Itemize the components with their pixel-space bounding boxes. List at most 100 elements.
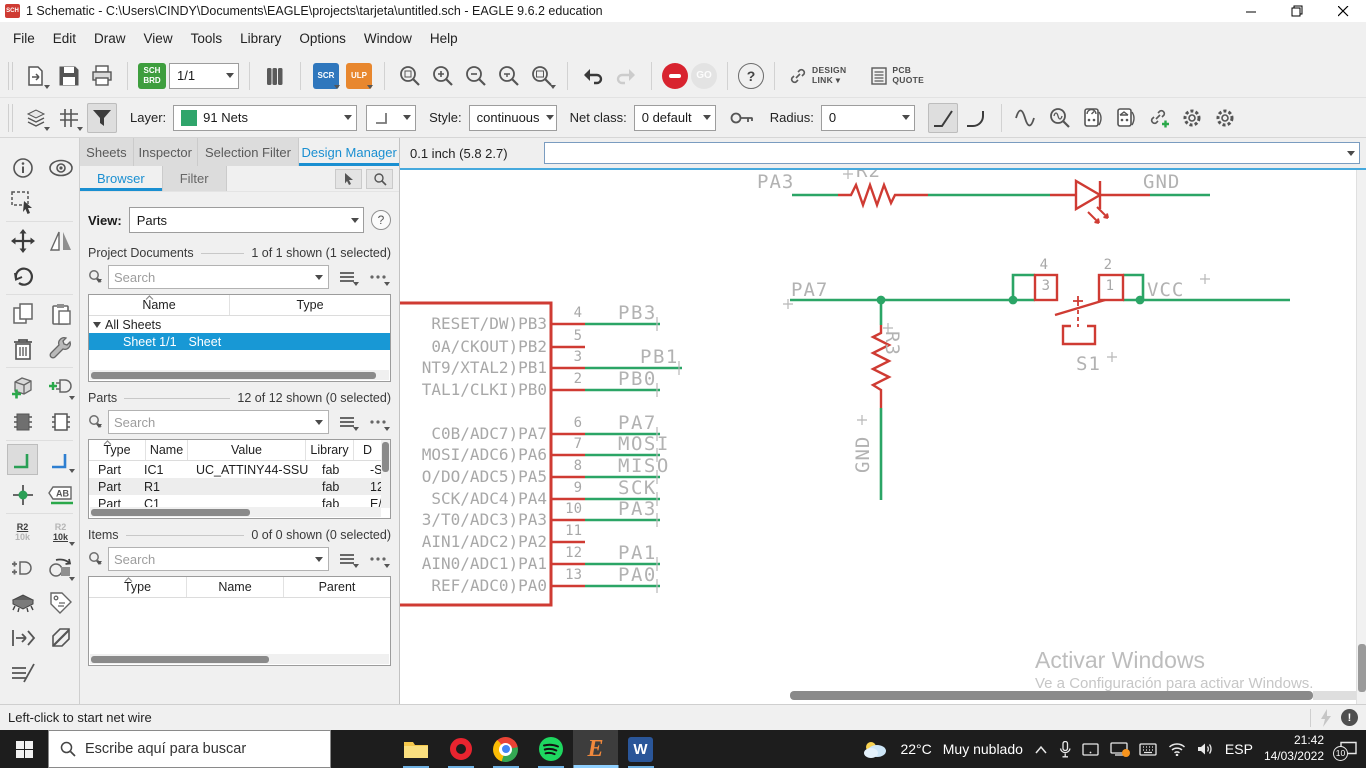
taskbar-search[interactable]: Escribe aquí para buscar (48, 730, 331, 768)
stop-button[interactable] (662, 62, 688, 89)
style-select[interactable]: continuous (468, 104, 557, 131)
app-eagle[interactable]: E (573, 730, 618, 768)
add-link-icon[interactable] (1144, 103, 1174, 133)
documents-hscrollbar[interactable] (90, 370, 389, 380)
more-options-icon[interactable] (365, 548, 391, 570)
rotate-icon[interactable] (7, 260, 38, 291)
toolbar-grip[interactable] (8, 61, 13, 90)
wire-bend-select[interactable] (366, 104, 417, 131)
canvas-hscrollbar-thumb[interactable] (790, 691, 1313, 700)
column-header[interactable]: Type (89, 440, 145, 460)
close-button[interactable] (1320, 0, 1366, 22)
search-filter-icon[interactable] (88, 414, 103, 430)
ic-pin-name[interactable]: AIN1/ADC2)PA2 (400, 532, 547, 551)
language-indicator[interactable]: ESP (1225, 741, 1253, 757)
weather-temp[interactable]: 22°C (900, 741, 931, 757)
list-view-icon[interactable] (334, 548, 360, 570)
schematic-canvas[interactable]: PA3 R2 GND PA7 VCC S1 R3 GND 4 3 2 1 Act… (400, 168, 1366, 704)
scr-button[interactable]: SCR (311, 61, 341, 91)
info-icon[interactable] (7, 152, 38, 183)
documents-search-input[interactable] (114, 269, 311, 285)
gear-icon[interactable] (1177, 103, 1207, 133)
list-view-icon[interactable] (334, 266, 360, 288)
polygon-icon[interactable] (45, 622, 76, 653)
layer-select[interactable]: 91 Nets (173, 104, 358, 131)
net-label[interactable]: VCC (1147, 279, 1184, 301)
ic-pin-number[interactable]: 2 (560, 371, 582, 387)
ic-pin-name[interactable]: NT9/XTAL2)PB1 (400, 358, 547, 377)
cast-icon[interactable] (1110, 742, 1130, 757)
net-label[interactable]: PB3 (618, 302, 657, 324)
attribute-icon[interactable] (45, 587, 76, 618)
menu-tools[interactable]: Tools (182, 26, 232, 51)
toolbar-grip[interactable] (8, 103, 13, 132)
subtab-filter[interactable]: Filter (162, 166, 227, 191)
help-button[interactable]: ? (738, 62, 764, 89)
miter-round-icon[interactable] (961, 103, 991, 133)
pick-select-icon[interactable] (335, 168, 362, 189)
clock[interactable]: 21:42 14/03/2022 (1264, 733, 1324, 764)
view-select[interactable]: Parts (128, 207, 364, 233)
multimeter-icon[interactable] (1078, 103, 1108, 133)
menu-window[interactable]: Window (355, 26, 421, 51)
items-search-input[interactable] (114, 551, 311, 567)
ic-pin-name[interactable]: 3/T0/ADC3)PA3 (400, 510, 547, 529)
ic-pin-name[interactable]: REF/ADC0)PA0 (400, 576, 547, 595)
ic-pin-name[interactable]: C0B/ADC7)PA7 (400, 424, 547, 443)
tab-selection-filter[interactable]: Selection Filter (197, 138, 300, 166)
column-header[interactable]: Library (305, 440, 353, 460)
canvas-vscrollbar-thumb[interactable] (1358, 644, 1366, 692)
menu-file[interactable]: File (4, 26, 44, 51)
net-label[interactable]: PA3 (618, 498, 657, 520)
alert-icon[interactable]: ! (1341, 709, 1358, 726)
open-document-button[interactable] (21, 61, 51, 91)
command-input[interactable] (549, 145, 1347, 161)
start-button[interactable] (0, 730, 48, 768)
zoom-selection-icon[interactable] (366, 168, 393, 189)
net-label[interactable]: PA1 (618, 542, 657, 564)
schematic-board-toggle[interactable]: SCH BRD (138, 62, 166, 89)
restore-button[interactable] (1274, 0, 1320, 22)
column-header[interactable]: Type (89, 577, 186, 597)
app-spotify[interactable] (528, 730, 573, 768)
parts-search-input[interactable] (114, 414, 311, 430)
documents-search[interactable] (108, 265, 329, 289)
wifi-icon[interactable] (1168, 742, 1186, 756)
ic-pin-number[interactable]: 9 (560, 480, 582, 496)
save-button[interactable] (54, 61, 84, 91)
zoom-fit-icon[interactable] (395, 61, 425, 91)
weather-desc[interactable]: Muy nublado (943, 741, 1023, 757)
undo-button[interactable] (578, 61, 608, 91)
net-label[interactable]: GND (1143, 171, 1180, 193)
app-file-explorer[interactable] (393, 730, 438, 768)
column-header[interactable]: Name (89, 295, 229, 315)
subtab-browser[interactable]: Browser (80, 166, 163, 191)
net-label[interactable]: GND (852, 436, 874, 473)
notification-center-icon[interactable]: 10 (1333, 741, 1358, 761)
key-icon[interactable] (727, 103, 757, 133)
gateswap-icon[interactable] (7, 552, 38, 583)
show-hidden-icons-chevron[interactable] (1034, 745, 1048, 754)
add-part-icon[interactable] (7, 371, 38, 402)
menu-draw[interactable]: Draw (85, 26, 135, 51)
pinswap-icon[interactable] (7, 406, 38, 437)
miter-straight-icon[interactable] (927, 102, 958, 133)
ic-pin-name[interactable]: 0A/CKOUT)PB2 (400, 337, 547, 356)
radius-select[interactable]: 0 (820, 104, 915, 131)
menu-library[interactable]: Library (231, 26, 290, 51)
layer-settings-icon[interactable] (21, 103, 51, 133)
menu-options[interactable]: Options (290, 26, 355, 51)
column-header[interactable]: Type (229, 295, 390, 315)
ic-pin-number[interactable]: 7 (560, 436, 582, 452)
ic-pin-number[interactable]: 10 (560, 501, 582, 517)
multimeter-alt-icon[interactable] (1111, 103, 1141, 133)
group-icon[interactable] (45, 552, 76, 583)
bus-tool-icon[interactable] (45, 444, 76, 475)
app-chrome[interactable] (483, 730, 528, 768)
menu-help[interactable]: Help (421, 26, 467, 51)
more-options-icon[interactable] (365, 411, 391, 433)
tab-inspector[interactable]: Inspector (133, 138, 198, 166)
ic-pin-number[interactable]: 4 (560, 305, 582, 321)
ic-pin-name[interactable]: RESET/DW)PB3 (400, 314, 547, 333)
tab-sheets[interactable]: Sheets (80, 138, 134, 166)
